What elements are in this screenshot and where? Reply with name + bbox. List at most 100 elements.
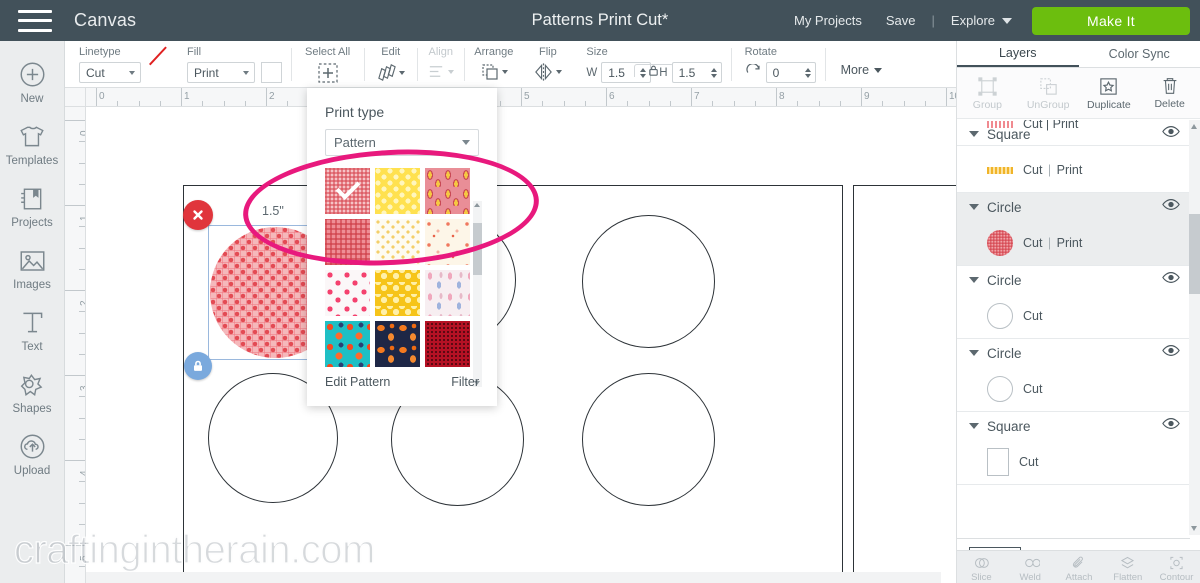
duplicate-button[interactable]: Duplicate (1079, 68, 1140, 118)
pattern-swatch-yellow-chevron-scales[interactable] (375, 270, 420, 316)
more-menu[interactable]: More (841, 63, 883, 77)
scroll-up-icon[interactable] (1191, 124, 1197, 129)
layer-row[interactable]: Cut (957, 367, 1190, 411)
eye-icon[interactable] (1162, 271, 1180, 289)
design-canvas[interactable]: 1.5" (86, 107, 956, 583)
height-stepper[interactable] (710, 67, 717, 78)
canvas-horizontal-scrollbar[interactable] (86, 572, 941, 583)
pattern-swatch-yellow-scallop-dots[interactable] (375, 168, 420, 214)
layer-row[interactable]: Cut (957, 440, 1190, 484)
eye-icon[interactable] (1162, 198, 1180, 216)
circle-plain[interactable] (582, 215, 715, 348)
filter-button[interactable]: Filter (451, 375, 479, 389)
photo-icon (19, 246, 46, 276)
horizontal-ruler[interactable]: 012345678910 (86, 88, 956, 107)
slice-button[interactable]: Slice (957, 551, 1006, 583)
fill-select[interactable]: Print (187, 62, 255, 83)
linetype-color-swatch[interactable] (147, 62, 169, 83)
my-projects-link[interactable]: My Projects (782, 13, 874, 28)
hamburger-icon[interactable] (18, 9, 52, 32)
layer-group[interactable]: Circle Cut (957, 339, 1190, 412)
scroll-down-icon[interactable] (1191, 526, 1197, 531)
layer-group[interactable]: Square Cut | Print (957, 120, 1190, 193)
eye-icon[interactable] (1162, 125, 1180, 143)
pattern-swatch-red-woven-plaid[interactable] (325, 219, 370, 265)
layer-header[interactable]: Square (957, 120, 1190, 148)
layer-group[interactable]: Circle Cut (957, 266, 1190, 339)
edit-menu[interactable] (376, 62, 406, 83)
edit-pattern-button[interactable]: Edit Pattern (325, 375, 390, 389)
delete-selection-handle[interactable] (183, 200, 213, 230)
scrollbar-thumb[interactable] (473, 223, 482, 275)
sidebar-item-text[interactable]: Text (0, 299, 65, 361)
layer-row[interactable]: Cut (957, 294, 1190, 338)
flatten-button[interactable]: Flatten (1103, 551, 1152, 583)
pattern-swatch-grid[interactable] (325, 168, 470, 367)
rotate-stepper[interactable] (804, 67, 811, 78)
layers-list[interactable]: Square Cut | Print Circle Cut | Print Circle… (957, 120, 1190, 535)
pattern-swatch-pink-gingham-check[interactable] (325, 168, 370, 214)
layer-row[interactable]: Cut | Print (957, 148, 1190, 192)
select-all-icon[interactable] (317, 62, 339, 84)
ungroup-button[interactable]: UnGroup (1018, 68, 1079, 118)
scroll-up-icon[interactable] (474, 203, 480, 207)
sidebar-item-projects[interactable]: Projects (0, 175, 65, 237)
layer-group[interactable]: Circle Cut | Print (957, 193, 1190, 266)
ruler-tick (776, 88, 777, 106)
chevron-down-icon[interactable] (969, 423, 979, 429)
sidebar-item-upload[interactable]: Upload (0, 423, 65, 485)
attach-button[interactable]: Attach (1055, 551, 1104, 583)
layer-group[interactable]: Square Cut (957, 412, 1190, 485)
aspect-lock-toggle[interactable] (633, 64, 674, 77)
rotate-icon[interactable] (745, 64, 762, 81)
layer-name: Square (987, 126, 1031, 142)
layer-header[interactable]: Circle (957, 193, 1190, 221)
mat-rect-right[interactable] (853, 185, 956, 583)
chevron-down-icon[interactable] (969, 131, 979, 137)
pattern-swatch-white-pink-flowers[interactable] (325, 270, 370, 316)
flip-menu[interactable] (533, 62, 563, 82)
layer-header[interactable]: Circle (957, 339, 1190, 367)
panel-tabs: Layers Color Sync (957, 41, 1200, 68)
rotate-input[interactable] (765, 62, 816, 83)
pattern-swatch-red-damask-ikat[interactable] (425, 168, 470, 214)
chevron-down-icon[interactable] (969, 277, 979, 283)
delete-button[interactable]: Delete (1139, 68, 1200, 118)
save-button[interactable]: Save (874, 13, 928, 28)
layer-header[interactable]: Square (957, 412, 1190, 440)
circle-plain[interactable] (582, 373, 715, 506)
height-input[interactable] (671, 62, 722, 83)
make-it-button[interactable]: Make It (1032, 6, 1190, 35)
slice-icon (974, 558, 989, 568)
contour-button[interactable]: Contour (1152, 551, 1200, 583)
pattern-swatch-pastel-floral-blue-pink[interactable] (425, 270, 470, 316)
layers-scrollbar[interactable] (1189, 120, 1200, 535)
pattern-swatch-cream-tiny-dots[interactable] (375, 219, 420, 265)
eye-icon[interactable] (1162, 417, 1180, 435)
vertical-ruler[interactable]: 0 1 2 3 4 5 (65, 107, 86, 583)
fill-color-swatch[interactable] (261, 62, 282, 83)
chevron-down-icon[interactable] (969, 204, 979, 210)
layer-row[interactable]: Cut | Print (957, 221, 1190, 265)
layer-header[interactable]: Circle (957, 266, 1190, 294)
eye-icon[interactable] (1162, 344, 1180, 362)
scrollbar-thumb[interactable] (1189, 214, 1200, 294)
lock-selection-handle[interactable] (184, 352, 212, 380)
tab-color-sync[interactable]: Color Sync (1079, 41, 1200, 67)
linetype-select[interactable]: Cut (79, 62, 141, 83)
weld-button[interactable]: Weld (1006, 551, 1055, 583)
sidebar-item-shapes[interactable]: Shapes (0, 361, 65, 423)
chevron-down-icon[interactable] (969, 350, 979, 356)
sidebar-item-new[interactable]: New (0, 51, 65, 113)
sidebar-item-templates[interactable]: Templates (0, 113, 65, 175)
arrange-menu[interactable] (480, 62, 508, 82)
tab-layers[interactable]: Layers (957, 41, 1079, 67)
flatten-label: Flatten (1113, 572, 1143, 583)
pattern-swatch-cream-coral-speckle[interactable] (425, 219, 470, 265)
group-button[interactable]: Group (957, 68, 1018, 118)
align-menu[interactable] (427, 62, 455, 81)
sidebar-item-images[interactable]: Images (0, 237, 65, 299)
lock-icon (649, 65, 659, 76)
explore-menu[interactable]: Explore (939, 13, 1018, 28)
print-type-select[interactable]: Pattern (325, 129, 479, 156)
